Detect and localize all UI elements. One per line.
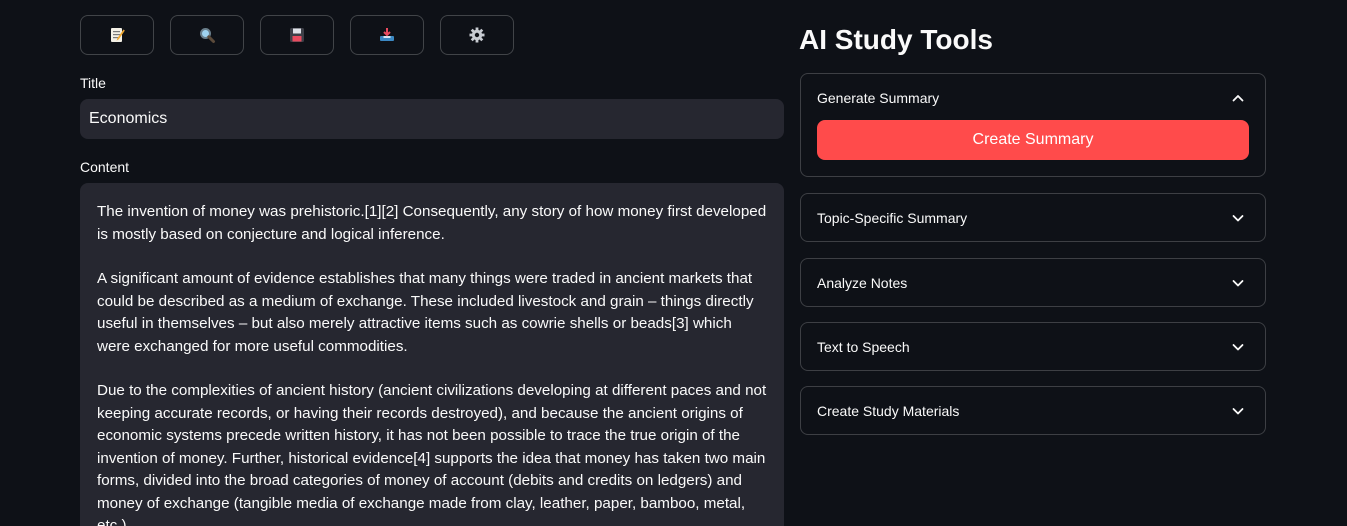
expander-label: Text to Speech [817, 338, 910, 355]
expander-text-to-speech: Text to Speech [800, 322, 1266, 371]
content-paragraph: The invention of money was prehistoric.[… [97, 203, 767, 243]
chevron-down-icon [1231, 404, 1245, 418]
expander-create-study-materials: Create Study Materials [800, 386, 1266, 435]
gear-icon [468, 26, 486, 44]
chevron-down-icon [1231, 340, 1245, 354]
title-input[interactable] [80, 99, 784, 139]
inbox-tray-icon [378, 26, 396, 44]
settings-button[interactable] [440, 15, 514, 55]
expander-analyze-notes: Analyze Notes [800, 258, 1266, 307]
tools-heading: AI Study Tools [799, 24, 993, 55]
toolbar [80, 15, 514, 55]
memo-icon [108, 26, 126, 44]
expander-header[interactable]: Analyze Notes [801, 259, 1265, 306]
floppy-disk-icon [288, 26, 306, 44]
expander-header[interactable]: Create Study Materials [801, 387, 1265, 434]
expander-label: Analyze Notes [817, 274, 908, 291]
content-textarea[interactable]: The invention of money was prehistoric.[… [80, 183, 784, 526]
notes-button[interactable] [80, 15, 154, 55]
expander-topic-specific-summary: Topic-Specific Summary [800, 193, 1266, 242]
chevron-up-icon [1231, 91, 1245, 105]
expander-header[interactable]: Topic-Specific Summary [801, 194, 1265, 241]
page: Title Content The invention of money was… [0, 0, 1347, 526]
expander-generate-summary: Generate Summary Create Summary [800, 73, 1266, 177]
search-button[interactable] [170, 15, 244, 55]
inbox-button[interactable] [350, 15, 424, 55]
expander-label: Create Study Materials [817, 402, 960, 419]
chevron-down-icon [1231, 276, 1245, 290]
chevron-down-icon [1231, 211, 1245, 225]
save-button[interactable] [260, 15, 334, 55]
content-paragraph: Due to the complexities of ancient histo… [97, 382, 767, 526]
expander-label: Topic-Specific Summary [817, 209, 968, 226]
title-label: Title [80, 75, 106, 91]
create-summary-button[interactable]: Create Summary [817, 120, 1249, 160]
expander-header[interactable]: Text to Speech [801, 323, 1265, 370]
magnifier-icon [198, 26, 216, 44]
expander-header[interactable]: Generate Summary [801, 74, 1265, 121]
content-label: Content [80, 159, 130, 175]
content-paragraph: A significant amount of evidence establi… [97, 270, 754, 355]
expander-label: Generate Summary [817, 89, 940, 106]
